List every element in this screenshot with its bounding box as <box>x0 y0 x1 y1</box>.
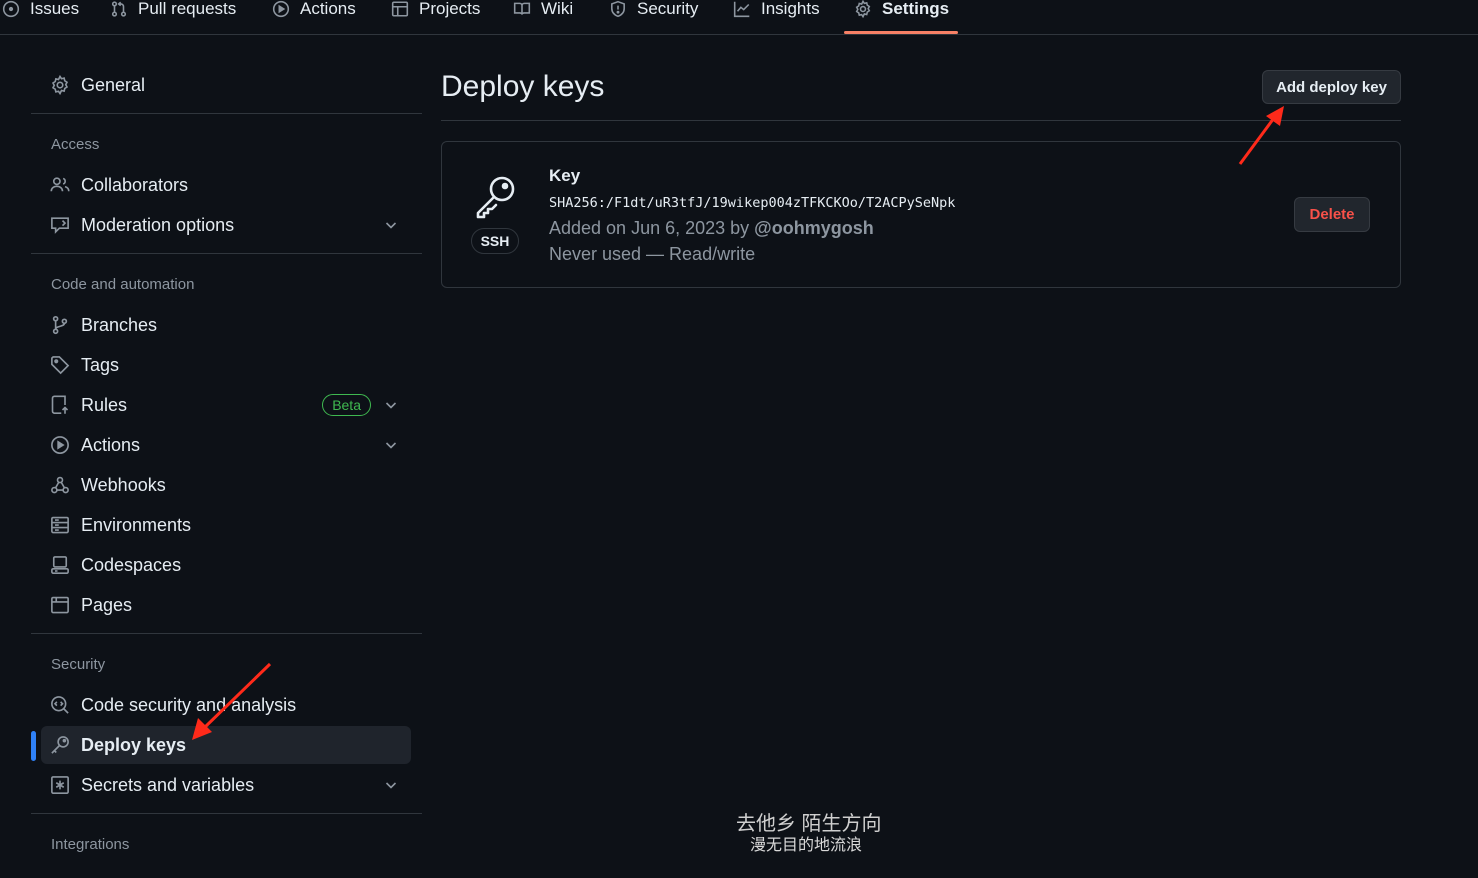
sidebar-item-label: Branches <box>81 314 158 335</box>
sidebar-item-webhooks[interactable]: Webhooks <box>41 466 411 504</box>
gear-icon <box>854 0 872 18</box>
tab-label: Pull requests <box>138 0 237 18</box>
browser-icon <box>41 595 79 615</box>
codespaces-icon <box>41 555 79 575</box>
sidebar-item-environments[interactable]: Environments <box>41 506 411 544</box>
sidebar-item-label: Moderation options <box>81 214 235 235</box>
sidebar-item-label: Rules <box>81 394 128 415</box>
play-icon <box>41 435 79 455</box>
sidebar-item-label: Actions <box>81 434 141 455</box>
sidebar-item-label: Environments <box>81 514 192 535</box>
active-indicator <box>31 731 36 761</box>
tab-actions[interactable]: Actions <box>272 0 356 26</box>
chevron-down-icon[interactable] <box>371 217 411 233</box>
tag-icon <box>41 355 79 375</box>
book-icon <box>513 0 531 18</box>
page-title: Deploy keys <box>441 70 605 103</box>
repo-push-icon <box>41 395 79 415</box>
sidebar-item-label: Webhooks <box>81 474 166 495</box>
sidebar-item-tags[interactable]: Tags <box>41 346 411 384</box>
sidebar-item-moderation-options[interactable]: Moderation options <box>41 206 411 244</box>
title-divider <box>441 120 1401 121</box>
server-icon <box>41 515 79 535</box>
sidebar-item-deploy-keys[interactable]: Deploy keys <box>41 726 411 764</box>
tab-insights[interactable]: Insights <box>733 0 820 26</box>
sidebar-item-codespaces[interactable]: Codespaces <box>41 546 411 584</box>
sidebar-item-label: Pages <box>81 594 133 615</box>
key-fingerprint: SHA256:/F1dt/uR3tfJ/19wikep004zTFKCKOo/T… <box>549 195 956 211</box>
sidebar-item-label: Collaborators <box>81 174 189 195</box>
sidebar-item-general[interactable]: General <box>41 66 411 104</box>
sidebar-divider <box>31 253 422 254</box>
sidebar-item-label: Secrets and variables <box>81 774 255 795</box>
tab-label: Settings <box>882 0 950 18</box>
sidebar-item-code-security[interactable]: Code security and analysis <box>41 686 411 724</box>
sidebar-heading-code-automation: Code and automation <box>51 276 195 293</box>
tab-label: Actions <box>300 0 356 18</box>
tab-label: Wiki <box>541 0 574 18</box>
chevron-down-icon[interactable] <box>371 437 411 453</box>
table-icon <box>391 0 409 18</box>
added-text: Added on Jun 6, 2023 by <box>549 218 755 238</box>
sidebar-item-label: General <box>81 74 146 95</box>
sidebar-item-label: Deploy keys <box>81 734 187 755</box>
tab-wiki[interactable]: Wiki <box>513 0 573 26</box>
key-icon <box>472 172 520 220</box>
key-title: Key <box>549 166 581 185</box>
sidebar-item-secrets-variables[interactable]: Secrets and variables <box>41 766 411 804</box>
asterisk-icon <box>41 775 79 795</box>
sidebar-item-pages[interactable]: Pages <box>41 586 411 624</box>
sidebar-item-actions[interactable]: Actions <box>41 426 411 464</box>
sidebar-divider <box>31 113 422 114</box>
watermark-line-1: 去他乡 陌生方向 <box>736 813 882 835</box>
tab-label: Issues <box>30 0 80 18</box>
chevron-down-icon[interactable] <box>371 777 411 793</box>
sidebar-item-collaborators[interactable]: Collaborators <box>41 166 411 204</box>
issue-icon <box>2 0 20 18</box>
key-added-info: Added on Jun 6, 2023 by @oohmygosh <box>549 218 874 239</box>
sidebar-divider <box>31 633 422 634</box>
watermark-line-2: 漫无目的地流浪 <box>750 837 863 854</box>
webhook-icon <box>41 475 79 495</box>
tab-settings[interactable]: Settings <box>854 0 949 26</box>
delete-key-button[interactable]: Delete <box>1294 197 1370 232</box>
tab-label: Projects <box>419 0 481 18</box>
sidebar-divider <box>31 813 422 814</box>
branch-icon <box>41 315 79 335</box>
pull-request-icon <box>110 0 128 18</box>
key-type-badge: SSH <box>471 228 519 254</box>
sidebar-item-label: Codespaces <box>81 554 182 575</box>
beta-badge: Beta <box>322 394 371 416</box>
key-icon <box>41 735 79 755</box>
gear-icon <box>41 75 79 95</box>
selected-tab-underline <box>844 31 958 34</box>
sidebar-item-rules[interactable]: Rules Beta <box>41 386 411 424</box>
tab-pull-requests[interactable]: Pull requests <box>110 0 236 26</box>
play-icon <box>272 0 290 18</box>
shield-icon <box>609 0 627 18</box>
chevron-down-icon[interactable] <box>371 397 411 413</box>
sidebar-heading-access: Access <box>51 136 100 153</box>
key-usage-info: Never used — Read/write <box>549 244 756 264</box>
codescan-icon <box>41 695 79 715</box>
sidebar-item-label: Tags <box>81 354 120 375</box>
sidebar-item-branches[interactable]: Branches <box>41 306 411 344</box>
people-icon <box>41 175 79 195</box>
add-deploy-key-button[interactable]: Add deploy key <box>1262 70 1401 104</box>
tab-issues[interactable]: Issues <box>2 0 79 26</box>
sidebar-item-label: Code security and analysis <box>81 694 297 715</box>
graph-icon <box>733 0 751 18</box>
tab-projects[interactable]: Projects <box>391 0 480 26</box>
repo-nav: Issues Pull requests Actions Projects Wi… <box>0 0 1478 35</box>
tab-label: Insights <box>761 0 820 18</box>
tab-security[interactable]: Security <box>609 0 698 26</box>
added-by-user-link[interactable]: @oohmygosh <box>754 218 874 238</box>
sidebar-heading-integrations: Integrations <box>51 836 130 853</box>
report-icon <box>41 215 79 235</box>
sidebar-heading-security: Security <box>51 656 106 673</box>
deploy-key-item: SSH Key SHA256:/F1dt/uR3tfJ/19wikep004zT… <box>441 141 1401 288</box>
watermark: 去他乡 陌生方向 漫无目的地流浪 <box>736 812 896 855</box>
tab-label: Security <box>637 0 699 18</box>
